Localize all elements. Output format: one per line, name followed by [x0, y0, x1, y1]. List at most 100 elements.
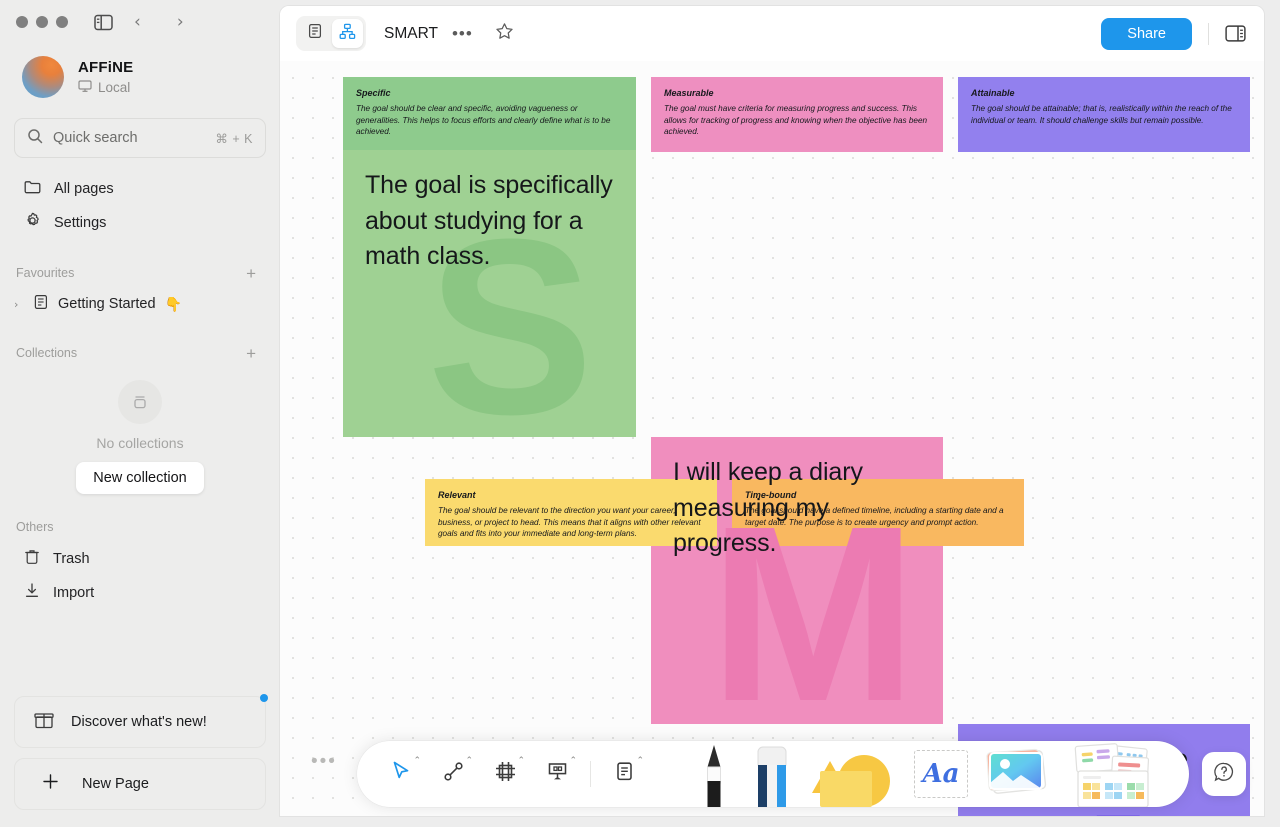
- sidebar-item-label: Trash: [53, 551, 90, 567]
- sync-status-label: Local: [98, 79, 131, 95]
- add-collection-button[interactable]: +: [246, 345, 256, 362]
- workspace-selector[interactable]: AFFiNE Local: [0, 44, 280, 104]
- add-favourite-button[interactable]: +: [246, 265, 256, 282]
- others-section-header: Others: [0, 512, 280, 542]
- close-window-button[interactable]: [16, 16, 28, 28]
- toolbar-creative-tools: Aa: [686, 741, 1164, 807]
- chevron-up-icon: ⌃: [569, 756, 577, 766]
- mode-switcher[interactable]: [296, 16, 366, 51]
- edgeless-toolbar: ⌃ ⌃ ⌃ ⌃ ⌃ Aa: [357, 741, 1189, 807]
- note-tool-button[interactable]: ⌃: [598, 748, 650, 800]
- eraser-tool-button[interactable]: [742, 741, 802, 807]
- toolbar-divider: [1208, 22, 1209, 45]
- favourites-title: Favourites: [16, 266, 75, 280]
- local-computer-icon: [78, 79, 92, 96]
- page-title[interactable]: SMART: [384, 25, 438, 43]
- sidebar-item-settings[interactable]: Settings: [14, 206, 266, 240]
- sidebar-nav: All pages Settings: [0, 172, 280, 240]
- card-specific-description[interactable]: Specific The goal should be clear and sp…: [343, 77, 636, 152]
- chevron-up-icon: ⌃: [465, 756, 473, 766]
- sidebar-item-all-pages[interactable]: All pages: [14, 172, 266, 206]
- toolbar-primary-tools: ⌃ ⌃ ⌃ ⌃ ⌃: [357, 748, 650, 800]
- note-text: The goal is specifically about studying …: [365, 171, 613, 270]
- collections-empty-label: No collections: [96, 435, 184, 451]
- card-body: The goal should be clear and specific, a…: [356, 104, 611, 137]
- sticky-note-specific[interactable]: S The goal is specifically about studyin…: [343, 150, 636, 437]
- document-panel: SMART ••• Share Specific The goal should…: [280, 6, 1264, 816]
- gift-icon: [33, 694, 268, 736]
- text-tool-button[interactable]: Aa: [906, 741, 976, 807]
- navigation-buttons: ‹ ›: [134, 13, 184, 31]
- new-page-button[interactable]: New Page: [14, 758, 266, 810]
- page-mode-icon: [307, 23, 323, 44]
- discover-whats-new-button[interactable]: Discover what's new!: [14, 694, 268, 748]
- chevron-right-icon[interactable]: ›: [14, 298, 24, 311]
- toolbar-right-group: Share: [1101, 17, 1246, 50]
- sidebar-item-import[interactable]: Import: [14, 576, 266, 610]
- sidebar-item-trash[interactable]: Trash: [14, 542, 266, 576]
- collections-section-header: Collections +: [0, 338, 280, 368]
- frame-tool-button[interactable]: ⌃: [479, 748, 531, 800]
- nav-forward-button[interactable]: ›: [177, 13, 184, 31]
- workspace-name: AFFiNE: [78, 58, 134, 76]
- edgeless-canvas[interactable]: Specific The goal should be clear and sp…: [280, 61, 1264, 816]
- traffic-lights[interactable]: [16, 16, 68, 28]
- collection-box-icon: [118, 380, 162, 424]
- nav-back-button[interactable]: ‹: [134, 13, 141, 31]
- presentation-icon: [545, 759, 570, 789]
- card-measurable-description[interactable]: Measurable The goal must have criteria f…: [651, 77, 943, 152]
- notification-badge: [260, 694, 268, 702]
- card-body: The goal should be attainable; that is, …: [971, 104, 1232, 125]
- presentation-tool-button[interactable]: ⌃: [531, 748, 583, 800]
- plus-icon: [41, 772, 60, 796]
- chevron-up-icon: ⌃: [517, 756, 525, 766]
- card-attainable-description[interactable]: Attainable The goal should be attainable…: [958, 77, 1250, 152]
- connector-icon: [441, 759, 466, 789]
- text-icon: Aa: [914, 750, 968, 798]
- search-icon: [27, 128, 43, 149]
- sticky-note-measurable[interactable]: M I will keep a diary measuring my progr…: [651, 437, 943, 724]
- search-input[interactable]: Quick search ⌘ + K: [14, 118, 266, 158]
- page-mode-button[interactable]: [299, 19, 330, 48]
- edgeless-mode-button[interactable]: [332, 19, 363, 48]
- right-panel-icon[interactable]: [1225, 24, 1246, 43]
- favourites-section-header: Favourites +: [0, 258, 280, 288]
- maximize-window-button[interactable]: [56, 16, 68, 28]
- search-placeholder: Quick search: [53, 130, 138, 146]
- new-collection-button[interactable]: New collection: [76, 462, 204, 494]
- doc-icon: [33, 294, 49, 315]
- more-options-button[interactable]: •••: [452, 25, 473, 42]
- template-tool-button[interactable]: [1060, 741, 1164, 807]
- share-button[interactable]: Share: [1101, 17, 1192, 50]
- discover-label: Discover what's new!: [71, 714, 207, 730]
- connector-tool-button[interactable]: ⌃: [427, 748, 479, 800]
- workspace-avatar: [22, 56, 64, 98]
- favourite-item-getting-started[interactable]: › Getting Started 👇: [0, 288, 280, 320]
- sidebar-toggle-icon[interactable]: [90, 9, 116, 35]
- new-page-label: New Page: [82, 776, 149, 792]
- frame-icon: [493, 759, 518, 789]
- sidebar-item-label: Settings: [54, 215, 107, 231]
- shape-tool-button[interactable]: [802, 741, 906, 807]
- favourite-item-label: Getting Started: [58, 296, 156, 312]
- help-button[interactable]: [1202, 752, 1246, 796]
- star-icon[interactable]: [495, 22, 514, 46]
- trash-icon: [24, 548, 40, 570]
- chevron-up-icon: ⌃: [636, 756, 644, 766]
- window-title-bar: ‹ ›: [0, 0, 280, 44]
- main-area: SMART ••• Share Specific The goal should…: [280, 0, 1280, 827]
- media-tool-button[interactable]: [976, 741, 1060, 807]
- card-title: Attainable: [971, 88, 1015, 98]
- note-icon: [612, 759, 637, 789]
- cursor-select-icon: [389, 759, 414, 789]
- note-text: I will keep a diary measuring my progres…: [673, 458, 863, 557]
- pen-tool-button[interactable]: [686, 741, 742, 807]
- sidebar-item-label: All pages: [54, 181, 114, 197]
- card-title: Measurable: [664, 88, 714, 98]
- minimize-window-button[interactable]: [36, 16, 48, 28]
- collections-title: Collections: [16, 346, 78, 360]
- toolbar-overflow-button[interactable]: •••: [311, 752, 337, 771]
- card-title: Specific: [356, 88, 391, 98]
- select-tool-button[interactable]: ⌃: [375, 748, 427, 800]
- workspace-sync-status: Local: [78, 79, 133, 96]
